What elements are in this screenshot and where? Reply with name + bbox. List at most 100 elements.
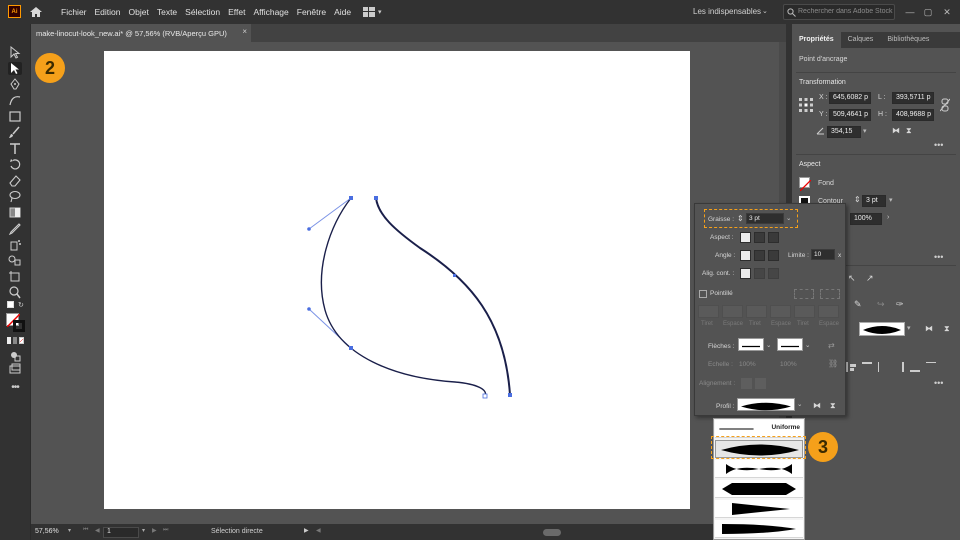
menu-effet[interactable]: Effet xyxy=(228,7,245,17)
rotation-field[interactable]: 354,15 xyxy=(827,126,861,138)
pen-tool-icon[interactable] xyxy=(8,78,22,91)
maximize-button[interactable]: ▢ xyxy=(921,5,935,19)
menu-affichage[interactable]: Affichage xyxy=(253,7,288,17)
gradient-tool-icon[interactable] xyxy=(8,206,22,219)
menu-edition[interactable]: Edition xyxy=(95,7,121,17)
flip-vertical-icon[interactable]: ⧗ xyxy=(906,126,912,136)
chevron-down-icon[interactable]: ⌄ xyxy=(805,341,810,349)
align-center-icon[interactable] xyxy=(878,362,888,372)
chevron-down-icon[interactable]: ⌄ xyxy=(766,341,771,349)
end-arrowhead-dropdown[interactable] xyxy=(777,338,803,351)
screen-mode-icon[interactable] xyxy=(8,363,22,376)
anchor-point[interactable] xyxy=(349,346,353,350)
more-options-icon[interactable]: ••• xyxy=(934,252,943,262)
dash-preserve-icon[interactable] xyxy=(794,289,814,299)
fill-label[interactable]: Fond xyxy=(818,180,834,187)
menu-objet[interactable]: Objet xyxy=(129,7,149,17)
last-artboard-icon[interactable]: ⏭ xyxy=(163,527,168,534)
next-artboard-icon[interactable]: ▶ xyxy=(152,527,157,534)
panel-stroke-weight-field[interactable]: 3 pt xyxy=(862,195,886,207)
chevron-down-icon[interactable]: ▾ xyxy=(378,8,382,16)
anchor-point[interactable] xyxy=(374,196,378,200)
chevron-down-icon[interactable]: ⌄ xyxy=(797,400,802,408)
anchor-point[interactable] xyxy=(508,393,512,397)
symbol-sprayer-icon[interactable] xyxy=(8,238,22,251)
fill-swatch[interactable] xyxy=(799,177,812,192)
miter-limit-field[interactable]: 10 xyxy=(811,249,835,260)
previous-artboard-icon[interactable]: ◀ xyxy=(95,527,100,534)
color-mode-buttons[interactable] xyxy=(7,337,24,344)
align-middle-icon[interactable] xyxy=(926,362,936,372)
current-tool-label[interactable]: Sélection directe xyxy=(211,528,263,535)
first-artboard-icon[interactable]: ⏮ xyxy=(83,527,88,534)
status-menu-arrow-icon[interactable]: ▶ xyxy=(304,527,309,534)
chevron-right-icon[interactable]: › xyxy=(887,214,889,221)
align-stroke-outside-icon[interactable] xyxy=(768,268,779,279)
connect-anchor-icon[interactable]: ✑ xyxy=(896,299,904,310)
menu-fenetre[interactable]: Fenêtre xyxy=(297,7,326,17)
dashed-line-checkbox[interactable] xyxy=(699,290,707,298)
zoom-tool-icon[interactable] xyxy=(8,286,22,299)
swap-colors-icon[interactable]: ↻ xyxy=(18,301,24,309)
more-options-icon[interactable]: ••• xyxy=(934,140,943,150)
menu-selection[interactable]: Sélection xyxy=(185,7,220,17)
rotate-tool-icon[interactable] xyxy=(8,158,22,171)
menu-fichier[interactable]: Fichier xyxy=(61,7,87,17)
align-stroke-center-icon[interactable] xyxy=(740,268,751,279)
direct-selection-tool-icon[interactable] xyxy=(8,62,22,75)
chevron-down-icon[interactable]: ▾ xyxy=(863,127,867,135)
workspace-switcher[interactable]: Les indispensables xyxy=(693,7,761,16)
profile-width-5[interactable] xyxy=(715,520,803,538)
profile-width-3[interactable] xyxy=(715,480,803,498)
dash-align-icon[interactable] xyxy=(820,289,840,299)
document-tab[interactable]: make-linocut-look_new.ai* @ 57,56% (RVB/… xyxy=(31,24,251,42)
menu-aide[interactable]: Aide xyxy=(334,7,351,17)
close-window-button[interactable]: ✕ xyxy=(940,5,954,19)
width-field[interactable]: 393,5711 p xyxy=(892,92,934,104)
eraser-tool-icon[interactable] xyxy=(8,174,22,187)
align-stroke-inside-icon[interactable] xyxy=(754,268,765,279)
eyedropper-tool-icon[interactable] xyxy=(8,222,22,236)
start-arrowhead-dropdown[interactable] xyxy=(738,338,764,351)
round-join-icon[interactable] xyxy=(754,250,765,261)
flip-profile-vertical-icon[interactable]: ⧗ xyxy=(944,324,950,334)
chevron-down-icon[interactable]: ▾ xyxy=(907,324,911,332)
y-field[interactable]: 509,4641 p xyxy=(829,109,871,121)
profile-width-4[interactable] xyxy=(715,500,803,518)
reference-point-icon[interactable] xyxy=(799,98,813,112)
anchor-point[interactable] xyxy=(482,393,488,399)
projecting-cap-icon[interactable] xyxy=(768,232,779,243)
lasso-tool-icon[interactable] xyxy=(8,190,22,203)
miter-join-icon[interactable] xyxy=(740,250,751,261)
chevron-down-icon[interactable]: ▾ xyxy=(142,527,145,534)
close-tab-icon[interactable]: × xyxy=(242,27,247,36)
flip-along-icon[interactable]: ⧓ xyxy=(813,401,821,410)
default-colors-icon[interactable] xyxy=(7,301,14,308)
height-field[interactable]: 408,9688 p xyxy=(892,109,934,121)
profile-width-2[interactable] xyxy=(715,460,803,478)
align-right-icon[interactable] xyxy=(894,362,904,372)
chevron-down-icon[interactable]: ⌄ xyxy=(762,7,768,15)
type-tool-icon[interactable] xyxy=(8,142,22,155)
menu-texte[interactable]: Texte xyxy=(157,7,177,17)
align-bottom-icon[interactable] xyxy=(910,362,920,372)
align-top-icon[interactable] xyxy=(862,362,872,372)
stepper-icon[interactable]: ⇕ xyxy=(854,195,861,204)
flip-horizontal-icon[interactable]: ⧓ xyxy=(892,126,900,135)
stroke-color-swatch[interactable] xyxy=(13,320,25,332)
artboard-tool-icon[interactable] xyxy=(8,270,22,283)
selection-tool-icon[interactable] xyxy=(8,45,22,59)
panel-profile-dropdown[interactable] xyxy=(859,322,905,336)
canvas-area[interactable] xyxy=(31,42,786,524)
convert-smooth-icon[interactable]: ↗ xyxy=(866,273,874,284)
horizontal-scrollbar-thumb[interactable] xyxy=(543,529,561,536)
leaf-paths[interactable] xyxy=(31,42,786,524)
drawing-modes-icon[interactable] xyxy=(8,349,22,362)
tab-properties[interactable]: Propriétés xyxy=(792,32,841,48)
width-profile-dropdown[interactable] xyxy=(737,398,795,411)
tab-libraries[interactable]: Bibliothèques xyxy=(880,32,936,48)
left-leaf-path[interactable] xyxy=(320,197,487,397)
handle-point[interactable] xyxy=(307,227,311,231)
remove-anchor-icon[interactable]: ✎ xyxy=(854,299,862,310)
flip-profile-icon[interactable]: ⧓ xyxy=(925,324,933,333)
